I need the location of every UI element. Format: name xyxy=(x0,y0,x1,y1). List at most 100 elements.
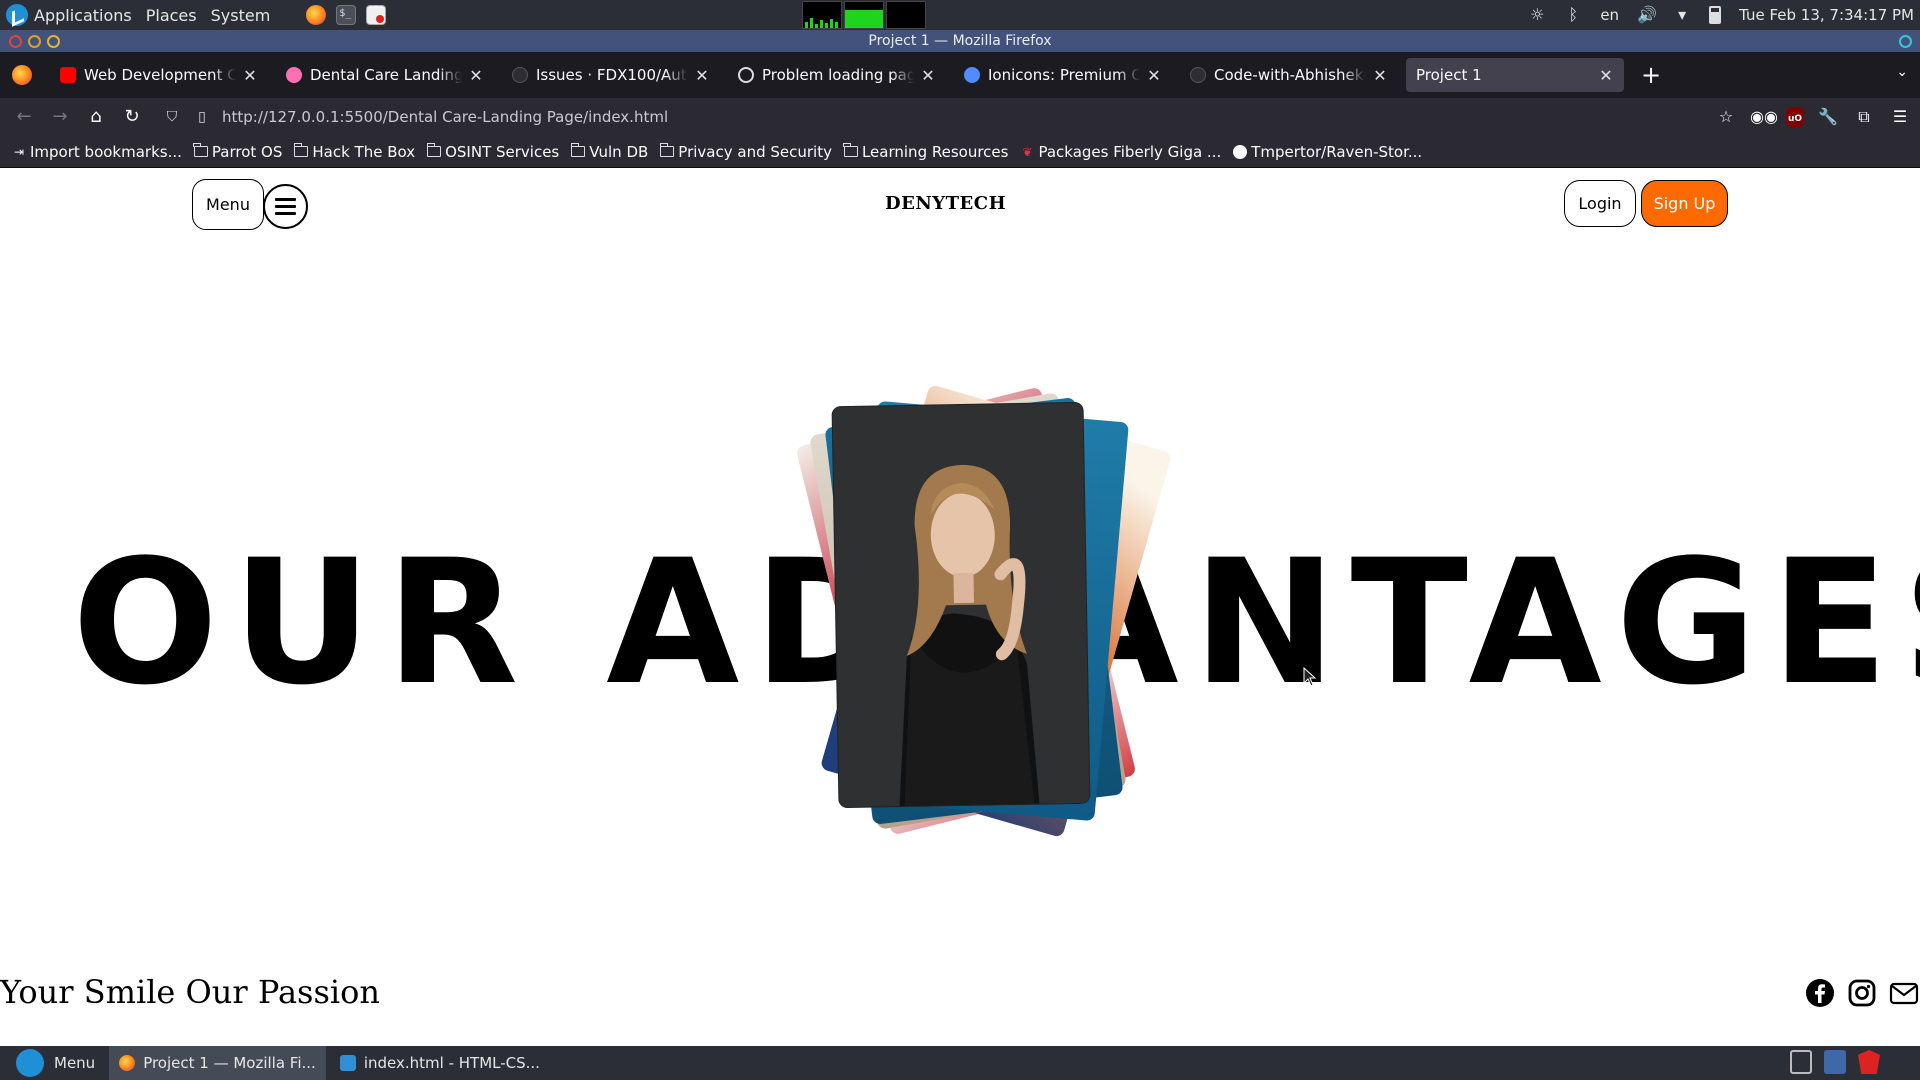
close-tab-icon[interactable]: ✕ xyxy=(1372,66,1388,85)
battery-icon[interactable] xyxy=(1709,6,1722,24)
screenshot-tool-icon[interactable] xyxy=(1790,1050,1812,1074)
bookmark-learning[interactable]: Learning Resources xyxy=(843,143,1008,161)
tab-code-with-abhishek[interactable]: Code-with-Abhishek-Gupta ✕ xyxy=(1180,58,1398,92)
bookmarks-toolbar: ⇥ Import bookmarks... Parrot OS Hack The … xyxy=(0,136,1920,168)
login-button[interactable]: Login xyxy=(1564,180,1636,227)
portrait-image xyxy=(832,402,1090,808)
close-tab-icon[interactable]: ✕ xyxy=(1598,66,1614,85)
tab-problem-loading[interactable]: Problem loading page ✕ xyxy=(728,58,946,92)
text-editor-launcher-icon[interactable] xyxy=(366,5,387,25)
folder-icon xyxy=(570,143,586,157)
home-icon[interactable]: ⌂ xyxy=(78,102,114,132)
network-graph xyxy=(886,1,926,29)
codepen-icon xyxy=(286,67,302,83)
bookmark-hack-the-box[interactable]: Hack The Box xyxy=(293,143,415,161)
private-mask-icon[interactable]: ◉◉ xyxy=(1750,105,1778,129)
firefox-view-icon[interactable] xyxy=(12,65,32,85)
terminal-launcher-icon[interactable]: $_ xyxy=(336,5,357,25)
ublock-origin-icon[interactable]: uO xyxy=(1786,107,1804,127)
bookmark-packages[interactable]: ❦ Packages Fiberly Giga ... xyxy=(1020,143,1221,161)
volume-icon[interactable]: 🔊 xyxy=(1637,6,1657,24)
parrot-logo-icon[interactable] xyxy=(6,4,28,26)
firefox-launcher-icon[interactable] xyxy=(306,5,327,25)
bookmark-vuln-db[interactable]: Vuln DB xyxy=(570,143,648,161)
menu-button[interactable]: Menu xyxy=(192,179,264,230)
window-titlebar: Project 1 — Mozilla Firefox xyxy=(0,30,1920,52)
bookmark-star-icon[interactable]: ☆ xyxy=(1714,105,1738,129)
bluetooth-icon[interactable]: ᛒ xyxy=(1564,6,1582,24)
close-tab-icon[interactable]: ✕ xyxy=(1146,66,1162,85)
firefox-icon xyxy=(119,1055,136,1071)
folder-icon xyxy=(193,143,208,157)
vscode-icon xyxy=(339,1055,356,1071)
tab-ionicons[interactable]: Ionicons: Premium Open Source ✕ xyxy=(954,58,1172,92)
close-tab-icon[interactable]: ✕ xyxy=(242,66,258,85)
parrot-logo-icon xyxy=(16,1049,44,1077)
close-tab-icon[interactable]: ✕ xyxy=(920,66,936,85)
signup-button[interactable]: Sign Up xyxy=(1641,180,1728,227)
close-tab-icon[interactable]: ✕ xyxy=(694,66,710,85)
tab-bar: Web Development Course ✕ Dental Care Lan… xyxy=(0,52,1920,98)
bookmark-raven-store[interactable]: Tmpertor/Raven-Stor... xyxy=(1233,143,1422,161)
instagram-icon[interactable] xyxy=(1847,978,1877,1008)
app-menu-icon[interactable]: ☰ xyxy=(1888,105,1912,129)
bookmark-osint[interactable]: OSINT Services xyxy=(426,143,559,161)
hamburger-menu-icon[interactable] xyxy=(263,184,308,229)
wrench-icon[interactable]: 🔧 xyxy=(1816,105,1840,129)
tab-project-1[interactable]: Project 1 ✕ xyxy=(1406,58,1624,92)
new-tab-button[interactable]: + xyxy=(1636,60,1666,90)
folder-icon xyxy=(426,143,442,157)
folder-icon xyxy=(659,143,675,157)
facebook-icon[interactable] xyxy=(1805,978,1835,1008)
firefox-tray-icon[interactable] xyxy=(1824,1050,1846,1074)
extensions-icon[interactable]: ⧉ xyxy=(1852,105,1876,129)
window-close-button[interactable] xyxy=(9,35,22,48)
window-minimize-button[interactable] xyxy=(28,35,41,48)
youtube-icon xyxy=(60,67,76,83)
os-taskbar: Menu Project 1 — Mozilla Fi... index.htm… xyxy=(0,1046,1920,1080)
system-menu[interactable]: System xyxy=(211,6,271,25)
reload-icon[interactable]: ↻ xyxy=(114,102,150,132)
url-bar[interactable]: ⛉ ▯ http://127.0.0.1:5500/Dental Care-La… xyxy=(162,102,1742,132)
forward-icon[interactable]: → xyxy=(42,102,78,132)
tagline: Your Smile Our Passion xyxy=(0,973,380,1011)
bookmark-import[interactable]: ⇥ Import bookmarks... xyxy=(12,143,182,161)
os-top-panel: Applications Places System $_ ☼ ᛒ en 🔊 ▾… xyxy=(0,0,1920,30)
github-icon xyxy=(1233,144,1248,159)
brave-icon[interactable] xyxy=(1858,1050,1880,1074)
tab-issues[interactable]: Issues · FDX100/Auto_Tor ✕ xyxy=(502,58,720,92)
page-info-icon[interactable]: ▯ xyxy=(192,107,212,127)
info-icon xyxy=(738,67,754,83)
list-all-tabs-icon[interactable]: ⌄ xyxy=(1896,64,1908,80)
close-tab-icon[interactable]: ✕ xyxy=(468,66,484,85)
portrait-card xyxy=(832,402,1090,808)
github-icon xyxy=(512,67,528,83)
system-monitor[interactable] xyxy=(802,1,926,29)
web-page: Menu DENYTECH Login Sign Up OUR ADVANTAG… xyxy=(0,169,1920,1046)
window-sticky-button[interactable] xyxy=(1899,35,1912,48)
applications-menu[interactable]: Applications xyxy=(34,6,132,25)
task-vscode[interactable]: index.html - HTML-CS... xyxy=(330,1046,550,1080)
site-logo[interactable]: DENYTECH xyxy=(885,193,1006,214)
places-menu[interactable]: Places xyxy=(146,6,197,25)
bookmark-parrot-os[interactable]: Parrot OS xyxy=(193,143,282,161)
window-title: Project 1 — Mozilla Firefox xyxy=(868,33,1052,49)
task-firefox[interactable]: Project 1 — Mozilla Fi... xyxy=(109,1046,326,1080)
mouse-cursor-icon xyxy=(1303,667,1317,687)
tab-web-development[interactable]: Web Development Course ✕ xyxy=(50,58,268,92)
brightness-icon[interactable]: ☼ xyxy=(1528,6,1546,24)
import-icon: ⇥ xyxy=(13,144,25,159)
mail-icon[interactable] xyxy=(1889,978,1919,1008)
tab-dental-care[interactable]: Dental Care Landing Page ✕ xyxy=(276,58,494,92)
wifi-icon[interactable]: ▾ xyxy=(1673,6,1691,24)
keyboard-layout[interactable]: en xyxy=(1600,6,1619,24)
start-menu-button[interactable]: Menu xyxy=(0,1049,109,1077)
window-maximize-button[interactable] xyxy=(47,35,60,48)
ionicons-icon xyxy=(964,67,980,83)
back-icon[interactable]: ← xyxy=(6,102,42,132)
tracking-protection-icon[interactable]: ⛉ xyxy=(162,107,182,127)
image-card-stack[interactable] xyxy=(760,384,1180,861)
clock[interactable]: Tue Feb 13, 7:34:17 PM xyxy=(1739,6,1914,24)
url-input[interactable]: http://127.0.0.1:5500/Dental Care-Landin… xyxy=(222,108,668,126)
bookmark-privacy[interactable]: Privacy and Security xyxy=(659,143,832,161)
